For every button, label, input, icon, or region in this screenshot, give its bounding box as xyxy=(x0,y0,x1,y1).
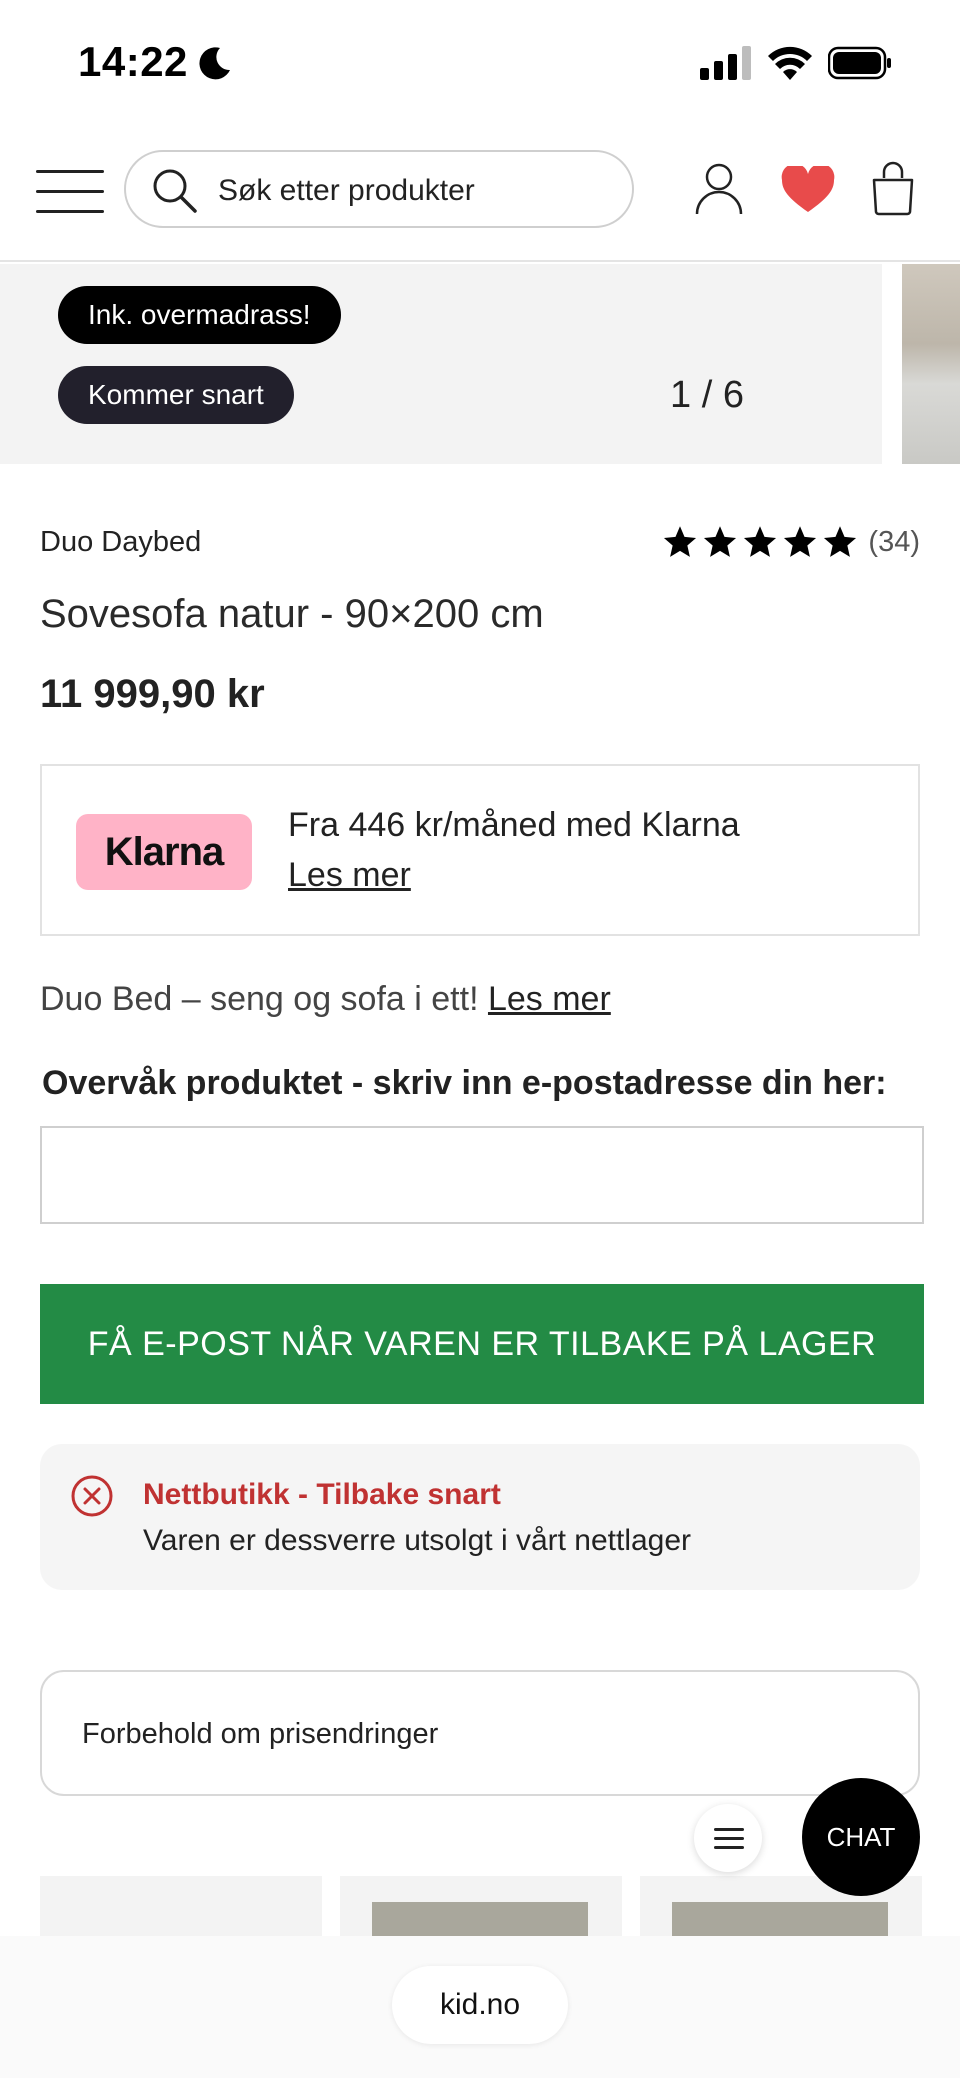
stock-status-box: Nettbutikk - Tilbake snart Varen er dess… xyxy=(40,1444,920,1590)
product-description: Duo Bed – seng og sofa i ett! Les mer xyxy=(40,980,611,1019)
cellular-signal-icon xyxy=(700,46,751,80)
badge-coming-soon: Kommer snart xyxy=(58,366,294,424)
close-circle-icon xyxy=(71,1475,113,1517)
notify-back-in-stock-button[interactable]: FÅ E-POST NÅR VAREN ER TILBAKE PÅ LAGER xyxy=(40,1284,924,1404)
wifi-icon xyxy=(768,46,812,80)
klarna-logo: Klarna xyxy=(76,814,252,890)
star-icon xyxy=(744,526,777,557)
user-icon[interactable] xyxy=(694,162,744,216)
gallery-next-image[interactable] xyxy=(902,264,960,464)
product-card-image xyxy=(372,1902,588,1936)
hamburger-menu-icon[interactable] xyxy=(36,170,104,214)
product-card[interactable] xyxy=(40,1876,322,1936)
description-read-more-link[interactable]: Les mer xyxy=(488,980,611,1018)
status-bar: 14:22 xyxy=(0,0,960,130)
gallery-image[interactable]: Ink. overmadrass! Kommer snart 1 / 6 xyxy=(0,264,882,464)
search-icon xyxy=(153,169,197,213)
product-price: 11 999,90 kr xyxy=(40,672,265,716)
price-disclaimer-accordion[interactable]: Forbehold om prisendringer xyxy=(40,1670,920,1796)
badge-overmattress: Ink. overmadrass! xyxy=(58,286,341,344)
address-bar[interactable]: kid.no xyxy=(392,1966,568,2044)
star-icon xyxy=(704,526,737,557)
battery-icon xyxy=(828,46,891,80)
moon-icon xyxy=(199,47,230,80)
star-icon xyxy=(824,526,857,557)
stock-text: Varen er dessverre utsolgt i vårt nettla… xyxy=(143,1524,692,1557)
gallery-counter: 1 / 6 xyxy=(670,374,744,416)
product-title: Sovesofa natur - 90×200 cm xyxy=(40,592,544,636)
email-field[interactable] xyxy=(40,1126,924,1224)
klarna-read-more-link[interactable]: Les mer xyxy=(288,856,411,895)
watch-label: Overvåk produktet - skriv inn e-postadre… xyxy=(42,1064,887,1102)
klarna-box: Klarna Fra 446 kr/måned med Klarna Les m… xyxy=(40,764,920,936)
product-card[interactable] xyxy=(340,1876,622,1936)
chat-button[interactable]: CHAT xyxy=(802,1778,920,1896)
site-header: Søk etter produkter xyxy=(0,130,960,262)
description-text: Duo Bed – seng og sofa i ett! xyxy=(40,980,479,1018)
price-disclaimer-label: Forbehold om prisendringer xyxy=(82,1718,439,1750)
browser-bottom-bar: kid.no xyxy=(0,1936,960,2078)
heart-icon[interactable] xyxy=(780,166,836,214)
floating-menu-button[interactable] xyxy=(694,1804,762,1872)
star-icon xyxy=(664,526,697,557)
product-rating[interactable]: (34) xyxy=(662,524,920,560)
klarna-installment-text: Fra 446 kr/måned med Klarna xyxy=(288,806,740,844)
product-gallery[interactable]: Ink. overmadrass! Kommer snart 1 / 6 xyxy=(0,264,960,464)
product-card-image xyxy=(672,1902,888,1936)
stock-title: Nettbutikk - Tilbake snart xyxy=(143,1478,501,1511)
product-brand[interactable]: Duo Daybed xyxy=(40,526,201,559)
search-placeholder: Søk etter produkter xyxy=(218,174,475,207)
search-input[interactable]: Søk etter produkter xyxy=(124,150,634,228)
klarna-logo-text: Klarna xyxy=(104,830,225,874)
cart-icon[interactable] xyxy=(870,160,916,216)
status-time: 14:22 xyxy=(78,38,188,85)
rating-count: (34) xyxy=(868,525,920,558)
star-icon xyxy=(784,526,817,557)
